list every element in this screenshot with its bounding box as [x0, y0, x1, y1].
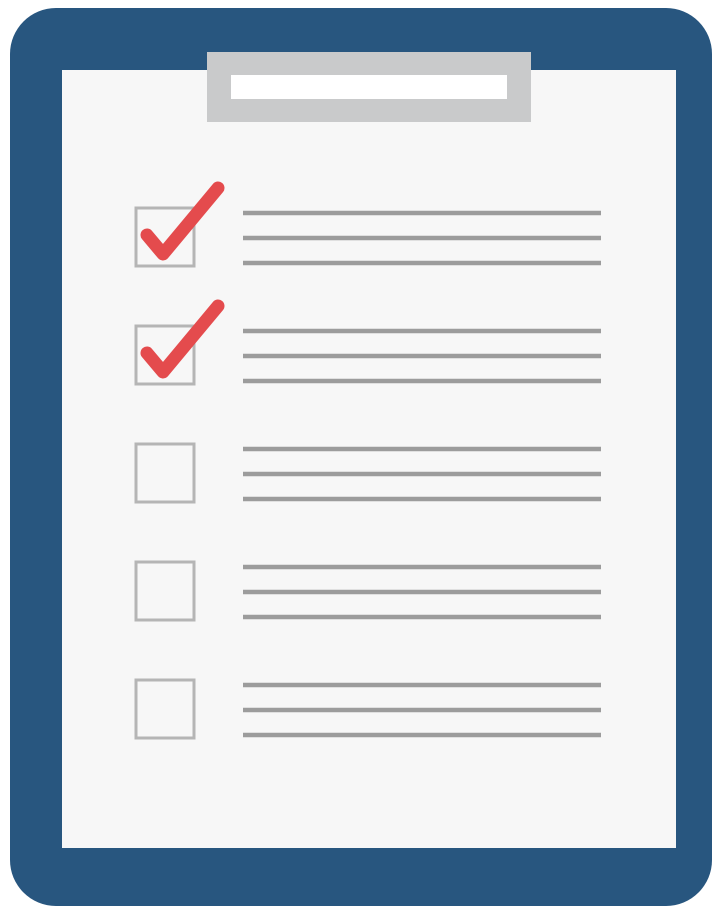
clipboard-svg [10, 8, 712, 906]
clip-inner [231, 75, 507, 99]
paper-sheet [62, 70, 676, 848]
clipboard-illustration [0, 0, 722, 914]
